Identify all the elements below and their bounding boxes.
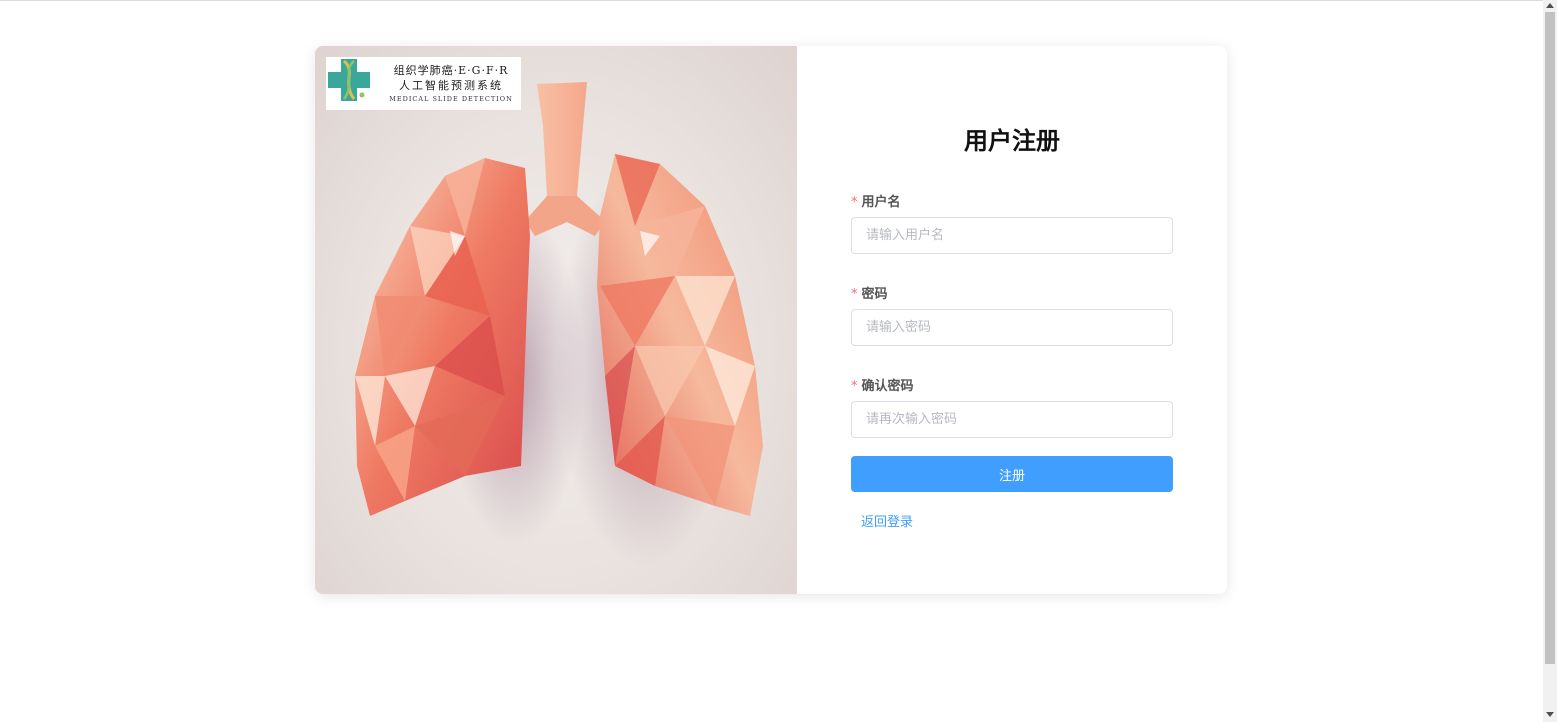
register-form: 用户注册 *用户名 *密码 *确认密码 注册 返回登录 — [797, 46, 1227, 594]
username-input[interactable] — [851, 217, 1173, 254]
username-label: * 用户名 — [851, 191, 901, 210]
lung-illustration: 组织学肺癌·E·G·F·R 人工智能预测系统 MEDICAL SLIDE DET… — [315, 46, 797, 594]
register-button[interactable]: 注册 — [851, 456, 1173, 492]
confirm-password-label: * 确认密码 — [851, 375, 914, 394]
scroll-up-icon[interactable] — [1546, 3, 1554, 8]
logo-title: 组织学肺癌·E·G·F·R — [393, 64, 509, 77]
password-label: * 密码 — [851, 283, 888, 302]
confirm-password-label-text: 确认密码 — [861, 379, 914, 394]
scroll-down-icon[interactable] — [1546, 712, 1554, 717]
required-mark: * — [851, 287, 858, 302]
vertical-scrollbar[interactable] — [1543, 0, 1557, 722]
username-label-text: 用户名 — [861, 195, 901, 210]
logo-subtitle: 人工智能预测系统 — [399, 79, 503, 92]
logo-english-caption: MEDICAL SLIDE DETECTION — [389, 95, 513, 103]
medical-cross-dna-icon — [328, 59, 370, 101]
back-to-login-link[interactable]: 返回登录 — [861, 511, 913, 530]
password-label-text: 密码 — [861, 287, 888, 302]
page-top-border — [0, 0, 1543, 1]
required-mark: * — [851, 379, 858, 394]
register-card: 组织学肺癌·E·G·F·R 人工智能预测系统 MEDICAL SLIDE DET… — [315, 46, 1227, 594]
lung-image — [355, 82, 763, 566]
password-input[interactable] — [851, 309, 1173, 346]
logo-badge: 组织学肺癌·E·G·F·R 人工智能预测系统 MEDICAL SLIDE DET… — [326, 57, 521, 110]
required-mark: * — [851, 195, 858, 210]
confirm-password-input[interactable] — [851, 401, 1173, 438]
scrollbar-thumb[interactable] — [1545, 12, 1555, 664]
page-title: 用户注册 — [964, 127, 1060, 155]
